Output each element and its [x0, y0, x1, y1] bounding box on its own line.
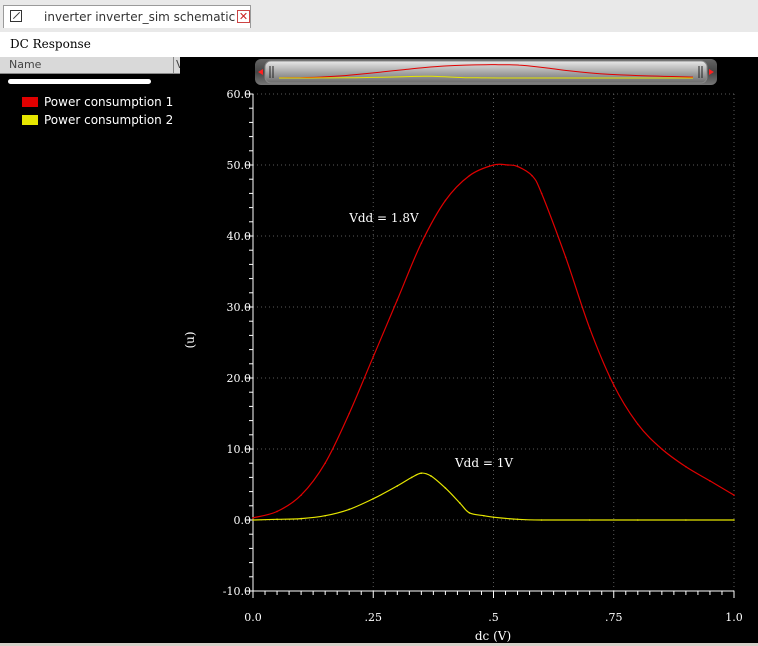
x-tick-label: .5 [488, 611, 499, 624]
annotation-label: Vdd = 1.8V [348, 211, 419, 225]
data-point [516, 165, 519, 168]
overview-scroller[interactable] [255, 59, 717, 85]
data-point [637, 519, 639, 521]
data-point [396, 299, 399, 301]
tab-title: inverter inverter_sim schematic [44, 10, 236, 24]
data-point [430, 475, 432, 477]
data-point [252, 517, 254, 519]
legend-swatch [22, 115, 38, 125]
data-point [420, 242, 423, 244]
y-tick-label: 10.0 [227, 443, 252, 456]
data-point [372, 497, 375, 500]
data-point [531, 174, 533, 177]
data-point [733, 519, 735, 521]
y-tick-label: 60.0 [227, 88, 252, 101]
data-point [410, 476, 413, 479]
annotation-label: Vdd = 1V [454, 456, 513, 470]
tab-bar: inverter inverter_sim schematic ✕ [0, 0, 758, 33]
data-point [300, 494, 302, 496]
data-point [324, 514, 326, 517]
data-point [612, 384, 615, 386]
column-name-header[interactable]: Name [9, 58, 41, 71]
legend-label: Power consumption 1 [44, 95, 174, 109]
data-point [516, 518, 519, 521]
legend-swatch [22, 97, 38, 107]
panel-header: DC Response [0, 32, 758, 58]
data-point [468, 174, 471, 177]
y-tick-label: 30.0 [227, 301, 252, 314]
schematic-icon [10, 10, 22, 22]
sidebar-scrollbar[interactable] [8, 79, 151, 84]
x-axis-label: dc (V) [475, 629, 511, 643]
data-point [483, 514, 485, 517]
data-point [492, 164, 495, 166]
x-tick-label: .75 [605, 611, 623, 624]
data-point [348, 412, 350, 415]
column-divider[interactable] [173, 57, 174, 73]
data-point [685, 465, 687, 468]
data-point [324, 462, 326, 465]
data-point [540, 192, 543, 195]
y-tick-label: 0.0 [234, 514, 252, 527]
close-icon[interactable]: ✕ [237, 10, 250, 23]
x-tick-label: .25 [365, 611, 383, 624]
panel-title: DC Response [10, 37, 91, 51]
data-point [444, 199, 447, 202]
data-point [444, 487, 447, 489]
plot-area: 0.0 .25 .5 .75 1.0 -10.0 0.0 10.0 20.0 30.0 40.0 50… [180, 57, 758, 643]
data-point [396, 485, 399, 487]
legend-sidebar: Name V Power consumption 1 Power consump… [0, 57, 184, 643]
data-point [468, 512, 471, 514]
x-tick-label: 0.0 [244, 611, 262, 624]
x-tick-label: 1.0 [725, 611, 743, 624]
data-point [733, 494, 735, 496]
data-point [348, 508, 350, 511]
data-point [459, 502, 461, 504]
dc-response-chart[interactable]: 0.0 .25 .5 .75 1.0 -10.0 0.0 10.0 20.0 30.0 40.0 50… [180, 57, 758, 643]
data-point [709, 480, 711, 482]
data-point [588, 519, 591, 521]
data-point [588, 327, 591, 330]
y-tick-label: 40.0 [227, 230, 252, 243]
y-axis-label: (u) [183, 331, 197, 348]
data-point [507, 164, 509, 166]
y-tick-label: -10.0 [223, 585, 251, 598]
data-point [372, 355, 375, 358]
data-point [252, 519, 254, 521]
data-point [300, 517, 302, 520]
data-point [637, 423, 639, 425]
data-point [492, 516, 495, 518]
data-point [540, 519, 543, 521]
data-point [685, 519, 687, 521]
legend-label: Power consumption 2 [44, 113, 174, 127]
data-point [661, 448, 663, 450]
data-point [276, 518, 278, 521]
legend-column-header: Name V [0, 57, 184, 74]
y-tick-label: 20.0 [227, 372, 252, 385]
tab-schematic[interactable]: inverter inverter_sim schematic ✕ [3, 5, 251, 28]
data-point [564, 256, 567, 259]
y-tick-label: 50.0 [227, 159, 252, 172]
data-point [420, 472, 423, 474]
series-line-2 [252, 472, 734, 521]
data-point [276, 510, 278, 513]
